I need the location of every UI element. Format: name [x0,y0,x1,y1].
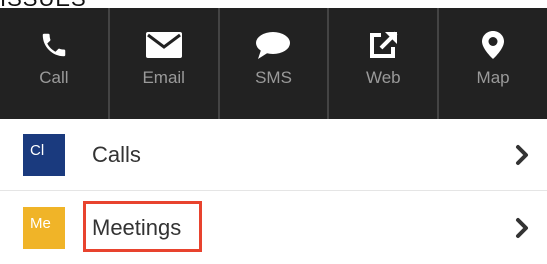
email-button[interactable]: Email [110,8,220,119]
action-bar: Call Email SMS Web Map [0,8,547,119]
calls-label: Calls [92,141,141,167]
meetings-module-badge: Me [23,207,65,249]
sms-button[interactable]: SMS [220,8,330,119]
map-label: Map [476,68,510,87]
map-pin-icon [482,31,505,59]
chat-bubble-icon [256,32,291,59]
call-label: Call [39,68,69,87]
calls-module-badge: Cl [23,133,65,176]
phone-icon [42,33,66,57]
meetings-highlight-box [83,201,202,252]
envelope-icon [145,32,182,58]
call-button[interactable]: Call [0,8,110,119]
email-label: Email [142,68,185,87]
external-link-icon [370,31,398,58]
sms-label: SMS [255,68,292,87]
top-partial-text: ISSUES [0,0,87,8]
chevron-right-icon [516,218,528,238]
chevron-right-icon [516,144,528,165]
web-label: Web [365,68,401,87]
web-button[interactable]: Web [329,8,440,119]
top-partial-header: ISSUES [0,0,547,8]
related-row-calls[interactable]: Cl Calls [0,119,547,191]
map-button[interactable]: Map [439,8,547,119]
